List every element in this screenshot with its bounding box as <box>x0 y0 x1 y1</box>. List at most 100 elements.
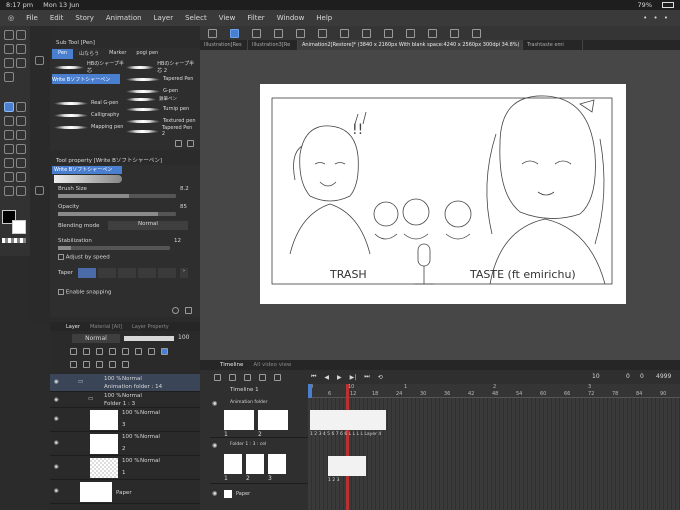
wrench-icon[interactable] <box>185 307 192 314</box>
tab-all-video[interactable]: All video view <box>253 362 291 368</box>
airbrush-tool-icon[interactable] <box>16 116 26 126</box>
taper-preset-4[interactable] <box>138 268 156 278</box>
menu-story[interactable]: Story <box>69 14 100 22</box>
app-logo-icon[interactable]: ◎ <box>8 14 14 22</box>
track-folder-1[interactable]: ◉ Folder 1 : 3 : cel 1 2 3 <box>210 440 308 484</box>
pencil-tool-icon[interactable] <box>16 102 26 112</box>
brush-tool-icon[interactable] <box>4 116 14 126</box>
eraser-tool-icon[interactable] <box>4 130 14 140</box>
brush-iron-pen[interactable]: 鉄筆ペン <box>126 94 196 104</box>
tab-material[interactable]: Material [All] <box>90 324 122 330</box>
layer-row-paper[interactable]: ◉ Paper <box>50 480 200 504</box>
stabilization-slider[interactable] <box>58 246 170 250</box>
brush-write-b[interactable]: Write Bソフトシャーペン <box>52 74 120 84</box>
range-start-marker[interactable] <box>308 384 312 398</box>
eye-icon[interactable]: ◉ <box>54 397 59 403</box>
group-marker[interactable]: Marker <box>105 49 130 59</box>
group-pogi-pen[interactable]: pogi pen <box>132 49 162 59</box>
eye-icon[interactable]: ◉ <box>54 379 59 385</box>
track-paper[interactable]: ◉ Paper <box>210 486 308 510</box>
eye-icon[interactable]: ◉ <box>54 488 59 494</box>
device-icon[interactable] <box>472 28 481 38</box>
layer-row-folder-1[interactable]: ◉ ▭ 100 % Normal Folder 1 : 3 <box>50 392 200 408</box>
move-tool-icon[interactable] <box>16 44 26 54</box>
new-folder-icon[interactable] <box>96 361 103 368</box>
figure-tool-icon[interactable] <box>4 158 14 168</box>
transparent-color-swatch[interactable] <box>2 238 26 243</box>
reset-icon[interactable] <box>172 307 179 314</box>
select-tool-icon[interactable] <box>4 44 14 54</box>
brush-tapered-pen[interactable]: Tapered Pen <box>126 74 196 84</box>
layer-blend-select[interactable]: Normal <box>72 334 120 343</box>
opacity-slider[interactable] <box>58 212 176 216</box>
layer-clip-icon[interactable] <box>70 348 77 355</box>
wand-tool-icon[interactable] <box>16 58 26 68</box>
new-cel-icon[interactable] <box>259 373 266 381</box>
menu-select[interactable]: Select <box>179 14 213 22</box>
layer-lock-icon[interactable] <box>109 348 116 355</box>
cel-block-1[interactable] <box>310 410 386 430</box>
layer-color-icon[interactable] <box>161 348 168 355</box>
brush-mapping-pen[interactable]: Mapping pen <box>54 122 124 132</box>
fill-tool-icon[interactable] <box>4 144 14 154</box>
deselect-icon[interactable] <box>362 28 371 38</box>
taper-more-icon[interactable]: › <box>180 268 188 278</box>
taper-preset-1[interactable] <box>78 268 96 278</box>
brush-size-slider[interactable] <box>58 194 176 198</box>
correct-line-tool-icon[interactable] <box>16 186 26 196</box>
tab-illustration[interactable]: Illustration[Res <box>200 40 248 50</box>
canvas-tool-icon[interactable] <box>230 28 239 38</box>
balloon-tool-icon[interactable] <box>4 186 14 196</box>
pen-tool-icon[interactable] <box>4 102 14 112</box>
layer-row-1[interactable]: ◉ 100 % Normal 1 <box>50 456 200 480</box>
sub-color-swatch[interactable] <box>12 220 26 234</box>
brush-turnip-pen[interactable]: Turnip pen <box>126 104 196 114</box>
prev-frame-icon[interactable]: ◀ <box>324 374 329 381</box>
eye-icon[interactable]: ◉ <box>212 400 217 407</box>
next-frame-icon[interactable]: ▶| <box>350 374 357 381</box>
hand-tool-icon[interactable] <box>16 30 26 40</box>
window-dots-icon[interactable]: • • • <box>643 14 670 22</box>
menu-list-icon[interactable] <box>208 28 217 38</box>
lasso-tool-icon[interactable] <box>4 58 14 68</box>
last-frame-icon[interactable]: ⏭ <box>364 373 369 381</box>
adjust-speed-checkbox[interactable] <box>58 254 64 260</box>
layer-draft-icon[interactable] <box>96 348 103 355</box>
menu-file[interactable]: File <box>20 14 44 22</box>
playhead[interactable] <box>346 384 349 510</box>
layer-row-2[interactable]: ◉ 100 % Normal 2 <box>50 432 200 456</box>
new-raster-layer-icon[interactable] <box>70 361 77 368</box>
menu-filter[interactable]: Filter <box>241 14 270 22</box>
menu-edit[interactable]: Edit <box>44 14 70 22</box>
gradient-tool-icon[interactable] <box>16 144 26 154</box>
eye-icon[interactable]: ◉ <box>54 440 59 446</box>
layer-row-animation-folder[interactable]: ◉ ▭ 100 % Normal Animation folder : 14 <box>50 374 200 392</box>
taper-preset-5[interactable] <box>158 268 176 278</box>
first-frame-icon[interactable]: ⏮ <box>311 373 316 381</box>
layer-ruler-icon[interactable] <box>148 348 155 355</box>
eye-icon[interactable]: ◉ <box>212 442 217 449</box>
menu-window[interactable]: Window <box>271 14 311 22</box>
duplicate-icon[interactable] <box>175 140 182 147</box>
eye-icon[interactable]: ◉ <box>212 490 217 497</box>
new-vector-layer-icon[interactable] <box>83 361 90 368</box>
text-tool-icon[interactable] <box>16 172 26 182</box>
blending-select[interactable]: Normal <box>108 221 188 230</box>
transform-icon[interactable] <box>340 28 349 38</box>
assign-cel-icon[interactable] <box>274 373 281 381</box>
tab-animation2[interactable]: Animation2[Restore]* (3840 x 2160px With… <box>298 40 523 50</box>
subtool-toggle-icon[interactable] <box>35 56 44 65</box>
layer-lock-alpha-icon[interactable] <box>122 348 129 355</box>
menu-help[interactable]: Help <box>310 14 338 22</box>
brush-hb-sharp[interactable]: HBのシャープ半芯 <box>54 61 124 74</box>
tab-trashtaste[interactable]: Trashtaste emi <box>523 40 583 50</box>
settings-icon[interactable] <box>450 28 459 38</box>
canvas-paper[interactable]: TRASH TASTE (ft emirichu) !! <box>260 84 626 304</box>
clear-icon[interactable] <box>318 28 327 38</box>
layer-opacity-slider[interactable] <box>124 336 174 341</box>
snap-icon[interactable] <box>406 28 415 38</box>
frame-tool-icon[interactable] <box>16 158 26 168</box>
ruler-tool-icon[interactable] <box>4 172 14 182</box>
tab-illustration3[interactable]: Illustration3[Re <box>248 40 298 50</box>
redo-icon[interactable] <box>296 28 305 38</box>
